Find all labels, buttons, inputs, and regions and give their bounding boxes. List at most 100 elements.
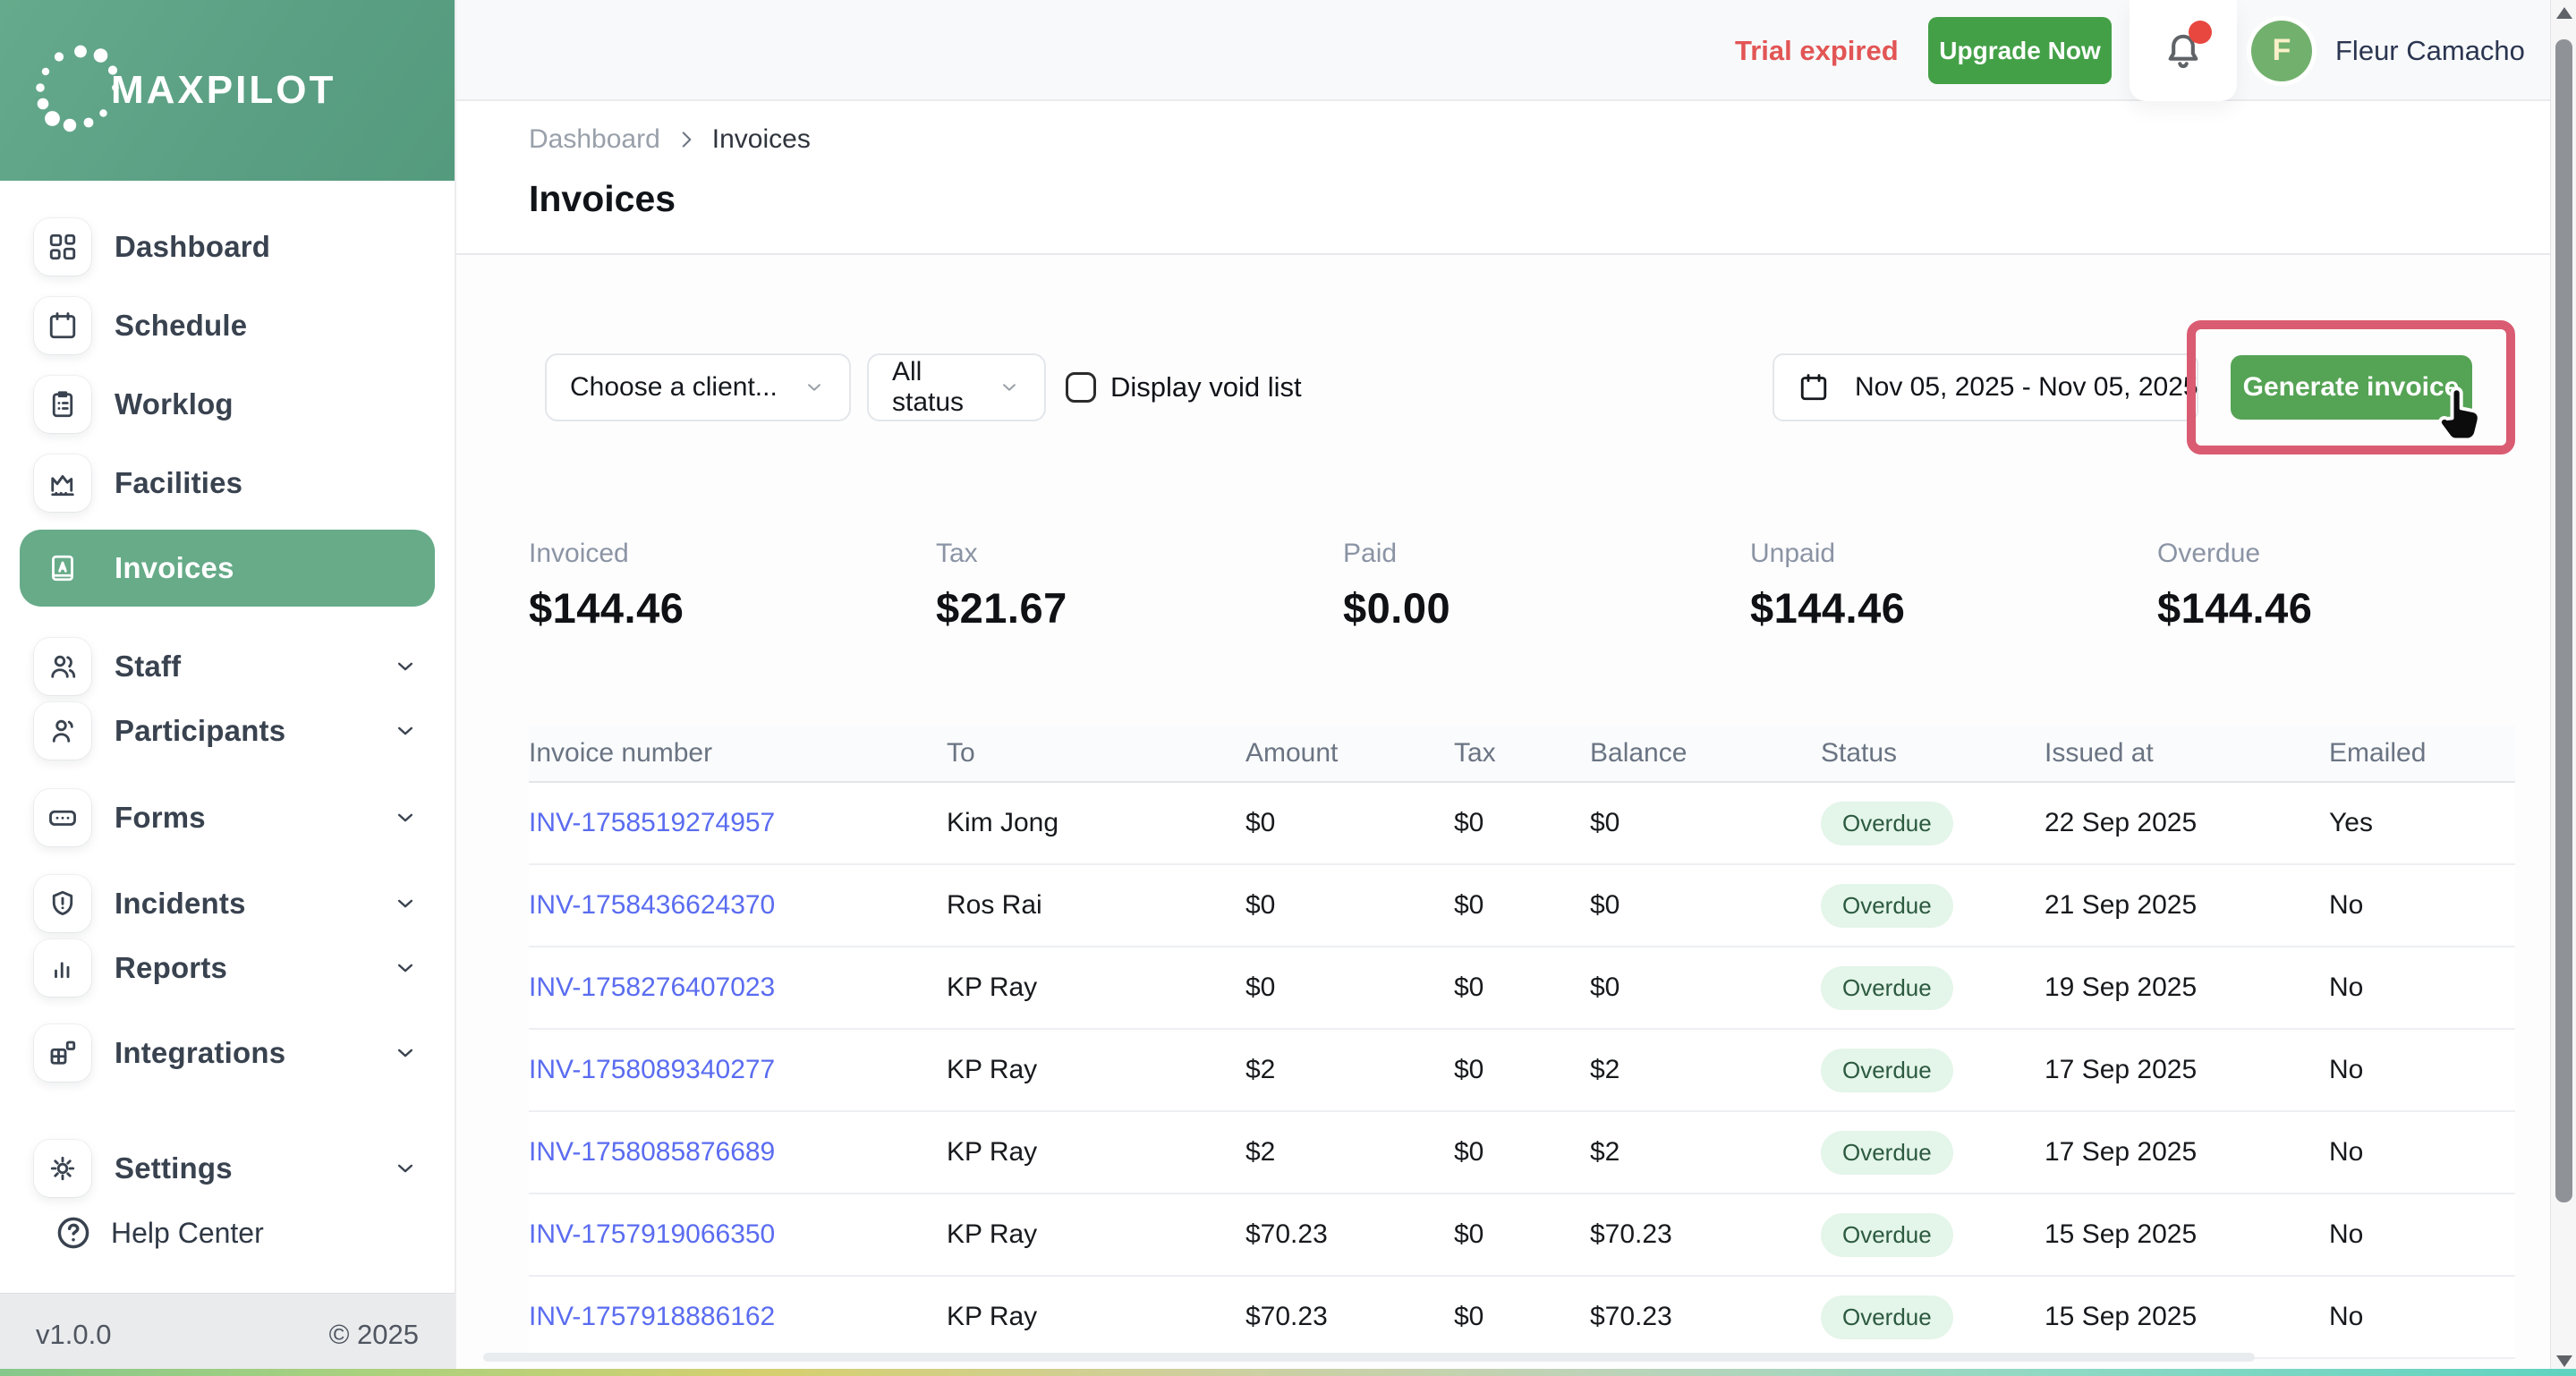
sidebar-item-label: Staff [115, 650, 181, 684]
sidebar-item-label: Invoices [115, 551, 234, 585]
sidebar-item-worklog[interactable]: Worklog [20, 372, 435, 437]
invoice-link[interactable]: INV-1758089340277 [529, 1055, 947, 1085]
status-badge: Overdue [1821, 802, 1953, 845]
cell-emailed: No [2329, 1055, 2515, 1085]
sidebar-item-integrations[interactable]: Integrations [20, 1021, 435, 1085]
sidebar-item-label: Integrations [115, 1036, 285, 1070]
chevron-down-icon [392, 890, 419, 917]
users-icon [34, 638, 91, 695]
table-row: INV-1758089340277 KP Ray $2 $0 $2 Overdu… [529, 1030, 2515, 1112]
breadcrumb-dashboard[interactable]: Dashboard [529, 124, 660, 155]
invoice-link[interactable]: INV-1757918886162 [529, 1302, 947, 1332]
sidebar-item-label: Schedule [115, 309, 247, 343]
copyright: © 2025 [329, 1319, 419, 1351]
chevron-down-icon [392, 653, 419, 680]
cell-issued-at: 17 Sep 2025 [2045, 1055, 2329, 1085]
sidebar-item-label: Reports [115, 951, 227, 985]
cell-amount: $2 [1245, 1137, 1454, 1168]
shield-icon [34, 875, 91, 932]
invoice-link[interactable]: INV-1758519274957 [529, 808, 947, 838]
cell-emailed: No [2329, 1219, 2515, 1250]
user-menu[interactable]: F Fleur Camacho [2251, 0, 2525, 101]
topbar: Trial expired Upgrade Now F Fleur Camach… [456, 0, 2576, 101]
avatar: F [2251, 21, 2312, 81]
user-name: Fleur Camacho [2335, 35, 2525, 67]
dashboard-icon [34, 218, 91, 276]
help-icon [54, 1213, 93, 1253]
sidebar-item-label: Incidents [115, 887, 246, 921]
status-badge: Overdue [1821, 1295, 1953, 1339]
sidebar: MAXPILOT Dashboard Schedule Worklog Faci… [0, 0, 456, 1376]
chevron-right-icon [675, 128, 698, 151]
chevron-down-icon [998, 376, 1021, 399]
invoice-link[interactable]: INV-1758276407023 [529, 973, 947, 1003]
horizontal-scrollbar[interactable] [483, 1353, 2255, 1362]
click-highlight-annotation: Generate invoice [2187, 320, 2515, 454]
stat-label: Invoiced [529, 539, 936, 569]
status-select[interactable]: All status [867, 353, 1046, 421]
app-version: v1.0.0 [36, 1319, 111, 1351]
invoices-table: Invoice number To Amount Tax Balance Sta… [529, 726, 2515, 1359]
upgrade-now-button[interactable]: Upgrade Now [1928, 17, 2112, 84]
chevron-down-icon [392, 1040, 419, 1066]
client-select[interactable]: Choose a client... [545, 353, 851, 421]
cell-issued-at: 17 Sep 2025 [2045, 1137, 2329, 1168]
cell-emailed: No [2329, 1137, 2515, 1168]
cell-tax: $0 [1454, 1302, 1590, 1332]
table-header: Invoice number To Amount Tax Balance Sta… [529, 726, 2515, 783]
cell-tax: $0 [1454, 1137, 1590, 1168]
status-badge: Overdue [1821, 966, 1953, 1010]
stat-unpaid: Unpaid $144.46 [1750, 539, 2157, 633]
page-header: Dashboard Invoices Invoices [456, 101, 2576, 255]
table-row: INV-1757919066350 KP Ray $70.23 $0 $70.2… [529, 1194, 2515, 1277]
scrollbar-thumb[interactable] [2555, 39, 2572, 1202]
sidebar-item-participants[interactable]: Participants [20, 699, 435, 763]
table-row: INV-1758436624370 Ros Rai $0 $0 $0 Overd… [529, 865, 2515, 947]
date-range-value: Nov 05, 2025 - Nov 05, 2025 [1855, 372, 2198, 403]
col-emailed: Emailed [2329, 738, 2515, 769]
cell-to: KP Ray [947, 1219, 1245, 1250]
invoice-link[interactable]: INV-1758436624370 [529, 890, 947, 921]
cell-tax: $0 [1454, 890, 1590, 921]
void-list-checkbox[interactable] [1066, 372, 1096, 403]
notifications-button[interactable] [2130, 0, 2237, 101]
sidebar-item-label: Forms [115, 801, 206, 835]
cell-balance: $70.23 [1590, 1302, 1821, 1332]
sidebar-item-schedule[interactable]: Schedule [20, 293, 435, 358]
calendar-icon [34, 297, 91, 354]
forms-icon [34, 789, 91, 846]
date-range-input[interactable]: Nov 05, 2025 - Nov 05, 2025 [1773, 353, 2198, 421]
sidebar-item-help-center[interactable]: Help Center [20, 1201, 435, 1265]
table-row: INV-1757918886162 KP Ray $70.23 $0 $70.2… [529, 1277, 2515, 1359]
sidebar-item-forms[interactable]: Forms [20, 786, 435, 850]
cell-emailed: No [2329, 973, 2515, 1003]
sidebar-item-reports[interactable]: Reports [20, 936, 435, 1000]
cell-balance: $0 [1590, 890, 1821, 921]
col-to: To [947, 738, 1245, 769]
sidebar-footer: v1.0.0 © 2025 [0, 1293, 455, 1376]
page-title: Invoices [529, 178, 2576, 220]
sidebar-item-label: Facilities [115, 466, 242, 500]
invoice-link[interactable]: INV-1758085876689 [529, 1137, 947, 1168]
sidebar-item-incidents[interactable]: Incidents [20, 871, 435, 936]
sidebar-item-facilities[interactable]: Facilities [20, 451, 435, 515]
invoice-link[interactable]: INV-1757919066350 [529, 1219, 947, 1250]
sidebar-item-label: Dashboard [115, 230, 270, 264]
cell-amount: $0 [1245, 973, 1454, 1003]
sidebar-item-label: Settings [115, 1151, 233, 1185]
status-badge: Overdue [1821, 884, 1953, 928]
stat-label: Tax [936, 539, 1343, 569]
scroll-down-arrow-icon[interactable] [2556, 1355, 2572, 1367]
sidebar-item-settings[interactable]: Settings [20, 1136, 435, 1201]
display-void-list-toggle[interactable]: Display void list [1066, 371, 1302, 403]
sidebar-item-invoices[interactable]: Invoices [20, 530, 435, 607]
vertical-scrollbar[interactable] [2550, 0, 2576, 1376]
table-row: INV-1758276407023 KP Ray $0 $0 $0 Overdu… [529, 947, 2515, 1030]
scroll-up-arrow-icon[interactable] [2556, 7, 2572, 19]
logo: MAXPILOT [0, 0, 455, 181]
clipboard-icon [34, 376, 91, 433]
sidebar-item-dashboard[interactable]: Dashboard [20, 215, 435, 279]
sidebar-item-staff[interactable]: Staff [20, 634, 435, 699]
col-balance: Balance [1590, 738, 1821, 769]
col-amount: Amount [1245, 738, 1454, 769]
